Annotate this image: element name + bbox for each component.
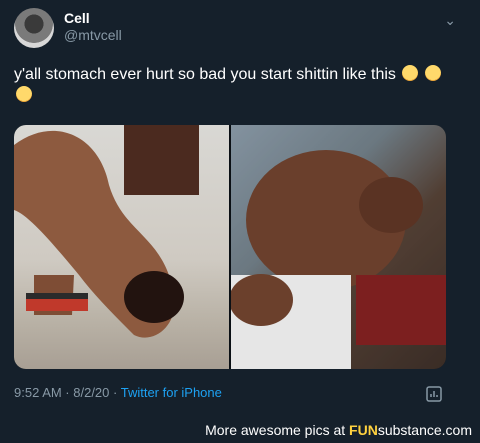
tweet-media xyxy=(14,125,446,369)
photo-left-art xyxy=(14,125,199,338)
photo-right[interactable] xyxy=(229,125,446,369)
tweet-author: Cell @mtvcell xyxy=(64,10,122,44)
analytics-icon-svg xyxy=(426,386,442,402)
loudly-crying-face-emoji-icon xyxy=(16,86,32,102)
tweet-text-block: y'all stomach ever hurt so bad you start… xyxy=(14,64,444,106)
avatar[interactable] xyxy=(14,8,54,48)
photo-right-art xyxy=(229,125,446,369)
loudly-crying-face-emoji-icon xyxy=(402,65,419,81)
analytics-icon[interactable] xyxy=(426,386,442,402)
timestamp[interactable]: 9:52 AM · 8/2/20 · xyxy=(14,385,121,400)
watermark-bar: More awesome pics at FUNsubstance.com xyxy=(0,417,480,443)
watermark-brand-b: substance xyxy=(377,422,442,438)
watermark-brand-a: FUN xyxy=(349,422,378,438)
tweet-text: y'all stomach ever hurt so bad you start… xyxy=(14,66,396,83)
loudly-crying-face-emoji-icon xyxy=(424,65,441,81)
tweet-meta: 9:52 AM · 8/2/20 · Twitter for iPhone xyxy=(14,385,222,400)
user-handle[interactable]: @mtvcell xyxy=(64,27,122,44)
tweet-header: Cell @mtvcell ⌄ xyxy=(14,8,466,48)
watermark-suffix: .com xyxy=(441,422,472,438)
watermark-text: More awesome pics at FUNsubstance.com xyxy=(205,422,472,438)
photo-left[interactable] xyxy=(14,125,229,369)
chevron-down-icon[interactable]: ⌄ xyxy=(444,12,456,29)
display-name[interactable]: Cell xyxy=(64,10,122,27)
watermark-prefix: More awesome pics at xyxy=(205,422,350,438)
tweet-source-link[interactable]: Twitter for iPhone xyxy=(121,385,222,400)
